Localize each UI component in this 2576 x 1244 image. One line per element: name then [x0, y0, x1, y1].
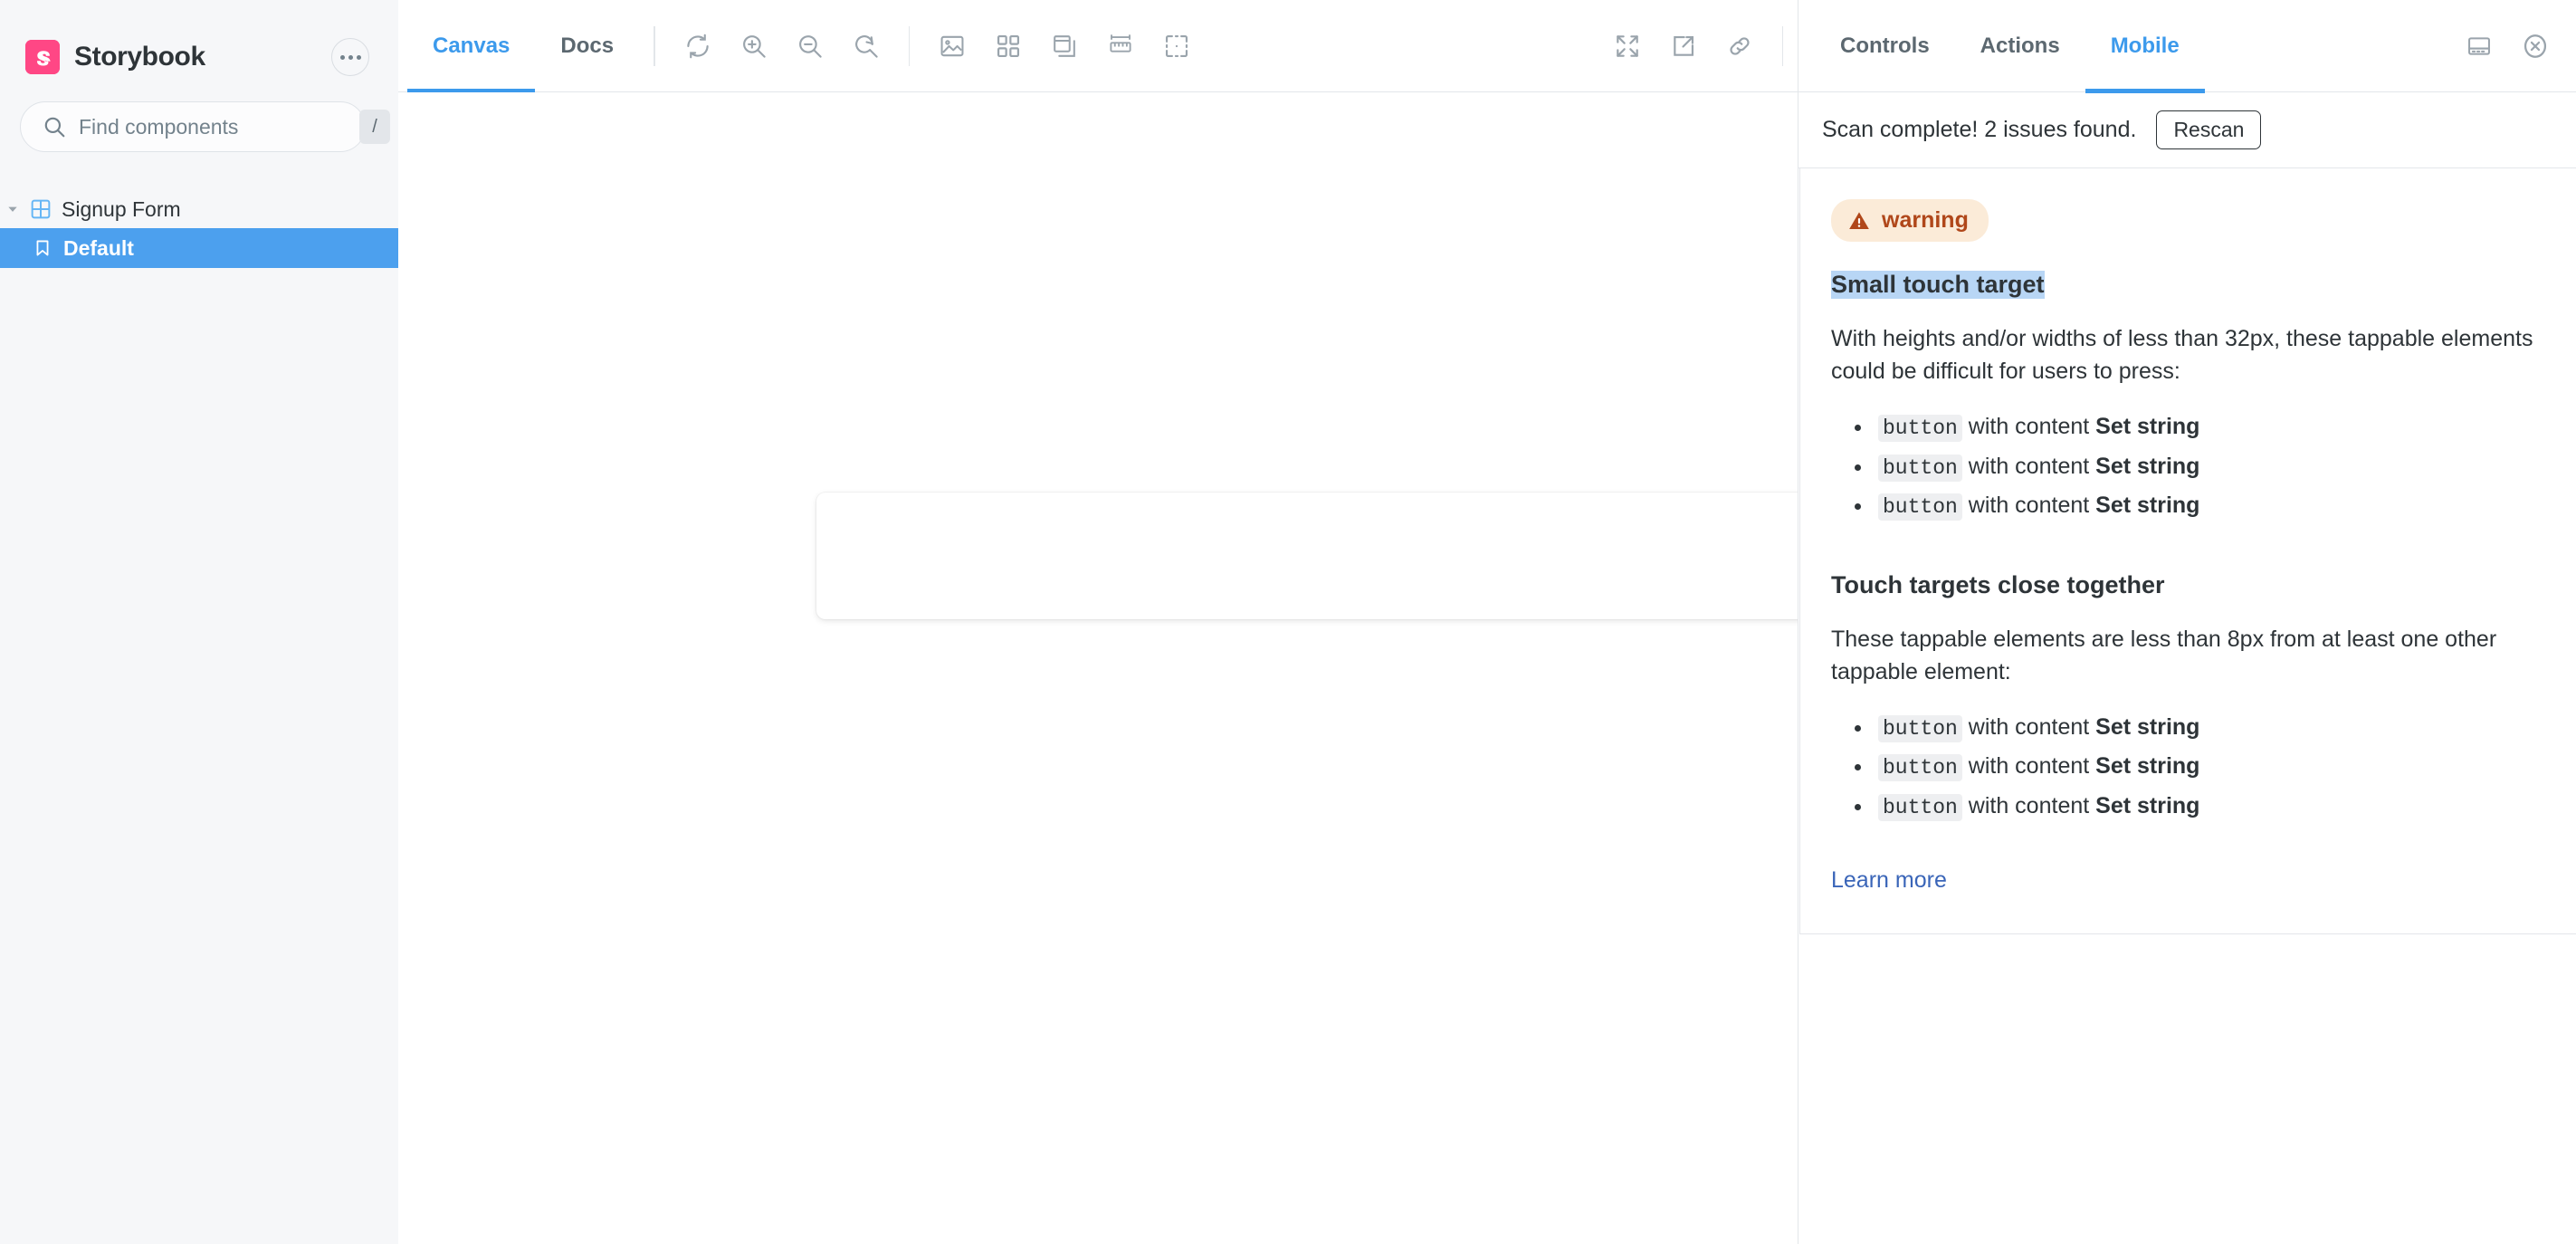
element-tag: button — [1878, 415, 1962, 442]
issue-title-row: Small touch target — [1831, 242, 2545, 299]
element-middle-text: with content — [1968, 753, 2090, 780]
sidebar-item-signup-form[interactable]: Signup Form — [0, 190, 398, 228]
element-tag: button — [1878, 454, 1962, 482]
issue-title: Small touch target — [1831, 271, 2045, 299]
remount-icon[interactable] — [670, 18, 726, 74]
bookmark-icon — [27, 239, 58, 257]
component-tree: Signup Form Default — [0, 190, 398, 268]
search-wrapper: / — [0, 81, 398, 152]
dot — [356, 54, 361, 60]
tab-label: Docs — [560, 33, 615, 58]
toolbar-divider — [654, 25, 655, 66]
panel-tab-label: Mobile — [2110, 33, 2180, 58]
storybook-app: Storybook / — [0, 0, 2576, 1244]
search-input[interactable] — [79, 114, 347, 139]
sidebar-header: Storybook — [0, 0, 398, 81]
dot — [348, 54, 353, 60]
list-item: button with content Set string — [1873, 447, 2545, 487]
zoom-reset-icon[interactable] — [838, 18, 894, 74]
panel-tab-label: Actions — [1980, 33, 2060, 58]
status-badge: warning — [1831, 199, 1989, 242]
issue-section-title: Touch targets close together — [1831, 570, 2165, 598]
rescan-button[interactable]: Rescan — [2156, 110, 2262, 150]
panel-tab-bar: Controls Actions Mobile — [1798, 0, 2576, 93]
scan-status-bar: Scan complete! 2 issues found. Rescan — [1798, 92, 2576, 168]
main-area: Canvas Docs — [398, 0, 1798, 1244]
search-box[interactable]: / — [20, 101, 390, 152]
list-item: button with content Set string — [1873, 407, 2545, 447]
storybook-logo-icon — [25, 40, 60, 74]
search-icon — [43, 115, 66, 139]
dot — [339, 54, 345, 60]
list-item: button with content Set string — [1873, 708, 2545, 748]
copy-link-icon[interactable] — [1712, 18, 1768, 74]
tab-controls[interactable]: Controls — [1815, 0, 1955, 91]
element-tag: button — [1878, 493, 1962, 522]
element-middle-text: with content — [1968, 414, 2090, 439]
element-content: Set string — [2095, 792, 2200, 818]
element-tag: button — [1878, 754, 1962, 782]
element-middle-text: with content — [1968, 792, 2090, 818]
warning-triangle-icon — [1847, 209, 1871, 233]
zoom-in-icon[interactable] — [726, 18, 782, 74]
tab-actions[interactable]: Actions — [1955, 0, 2085, 91]
scan-status-text: Scan complete! 2 issues found. — [1822, 117, 2137, 142]
list-item: button with content Set string — [1873, 747, 2545, 787]
brand[interactable]: Storybook — [25, 40, 205, 74]
measure-ruler-icon[interactable] — [1092, 18, 1149, 74]
issue-element-list-2: button with content Set string button wi… — [1831, 708, 2545, 827]
toolbar-divider — [908, 25, 911, 66]
panel-tab-spacer — [2205, 0, 2451, 91]
issue-section-description: These tappable elements are less than 8p… — [1831, 626, 2497, 684]
issue-card: warning Small touch target With heights … — [1799, 168, 2576, 935]
list-item: button with content Set string — [1873, 787, 2545, 827]
canvas-toolbar: Canvas Docs — [398, 0, 1798, 93]
search-shortcut-badge: / — [359, 110, 390, 144]
brand-name: Storybook — [74, 42, 205, 72]
element-content: Set string — [2095, 453, 2200, 479]
fullscreen-icon[interactable] — [1599, 18, 1655, 74]
learn-more-link[interactable]: Learn more — [1831, 867, 1947, 894]
panel-position-icon[interactable] — [2451, 18, 2507, 74]
toolbar-left-group: Canvas Docs — [407, 0, 1599, 93]
element-content: Set string — [2095, 713, 2200, 740]
element-content: Set string — [2095, 753, 2200, 780]
grid-icon[interactable] — [980, 18, 1036, 74]
story-preview-card[interactable] — [816, 493, 1798, 619]
sidebar: Storybook / — [0, 0, 398, 1244]
more-options-icon[interactable] — [331, 38, 369, 76]
story-canvas — [398, 92, 1798, 1244]
element-content: Set string — [2095, 414, 2200, 439]
element-tag: button — [1878, 714, 1962, 742]
list-item: button with content Set string — [1873, 486, 2545, 526]
addons-panel: Controls Actions Mobile Scan complete! 2… — [1798, 0, 2576, 1244]
zoom-out-icon[interactable] — [782, 18, 838, 74]
issue-element-list: button with content Set string button wi… — [1831, 407, 2545, 526]
element-content: Set string — [2095, 493, 2200, 519]
element-tag: button — [1878, 793, 1962, 821]
panel-body: warning Small touch target With heights … — [1798, 168, 2576, 1244]
element-middle-text: with content — [1968, 713, 2090, 740]
backgrounds-image-icon[interactable] — [924, 18, 980, 74]
element-middle-text: with content — [1968, 453, 2090, 479]
panel-tab-label: Controls — [1840, 33, 1930, 58]
open-new-tab-icon[interactable] — [1655, 18, 1712, 74]
toolbar-divider — [1781, 25, 1783, 66]
tab-docs[interactable]: Docs — [535, 0, 639, 91]
element-middle-text: with content — [1968, 493, 2090, 519]
sidebar-item-default[interactable]: Default — [0, 228, 398, 268]
issue-description: With heights and/or widths of less than … — [1831, 326, 2533, 384]
tab-label: Canvas — [433, 33, 510, 58]
tab-canvas[interactable]: Canvas — [407, 0, 536, 93]
close-circle-icon[interactable] — [2507, 18, 2563, 74]
toolbar-right-group — [1599, 0, 1798, 91]
sidebar-item-label: Signup Form — [62, 196, 181, 221]
tab-mobile[interactable]: Mobile — [2085, 0, 2205, 93]
viewport-icon[interactable] — [1036, 18, 1092, 74]
chevron-down-icon[interactable] — [0, 203, 25, 215]
status-badge-label: warning — [1882, 207, 1969, 233]
outline-icon[interactable] — [1149, 18, 1205, 74]
component-grid-icon — [25, 199, 56, 219]
sidebar-item-label: Default — [63, 235, 134, 260]
